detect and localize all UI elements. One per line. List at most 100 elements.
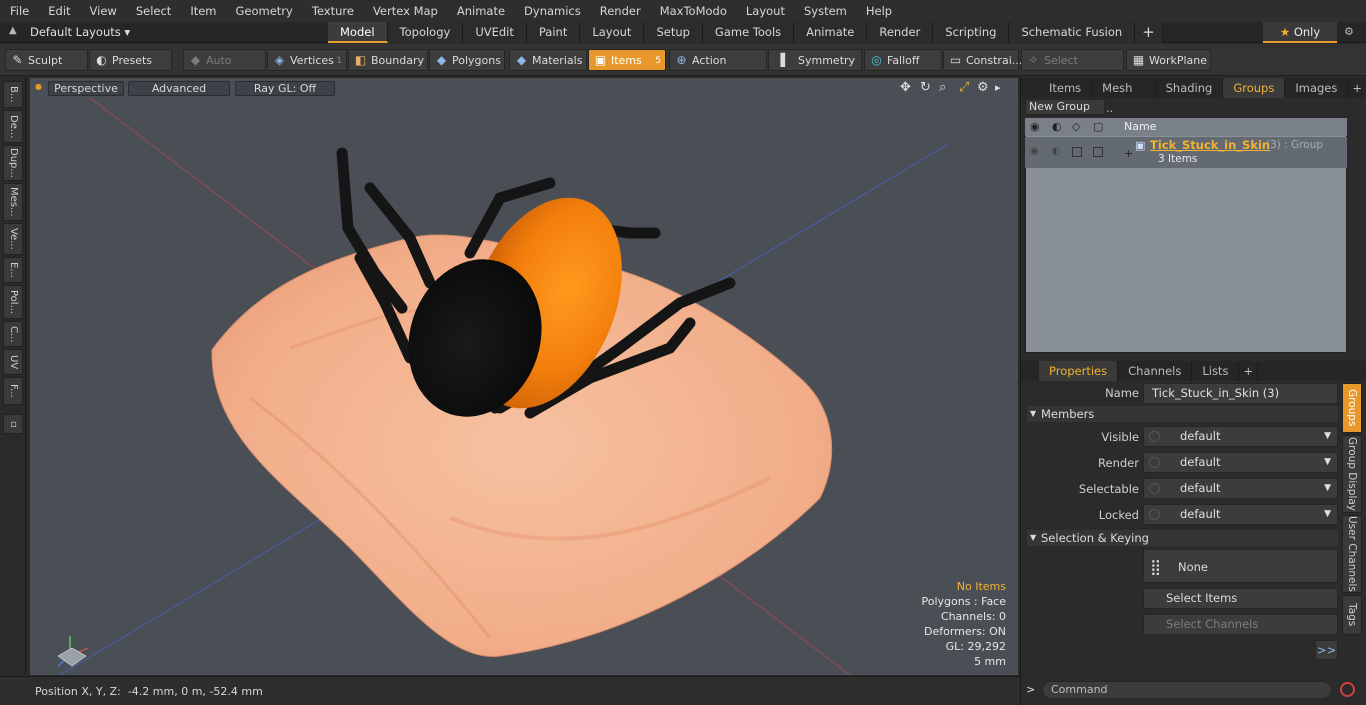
- row-select-box[interactable]: [1072, 147, 1082, 157]
- tab-shading[interactable]: Shading: [1156, 78, 1224, 98]
- tab-properties[interactable]: Properties: [1039, 361, 1119, 381]
- left-tab-polygon[interactable]: Pol...: [3, 285, 23, 319]
- row-lock-box[interactable]: [1093, 147, 1103, 157]
- menu-maxtomodo[interactable]: MaxToModo: [650, 0, 736, 22]
- members-section[interactable]: ▼ Members: [1027, 406, 1338, 422]
- left-tab-duplicate[interactable]: Dup...: [3, 145, 23, 181]
- select-channels-button[interactable]: Select Channels: [1143, 614, 1338, 635]
- menu-layout[interactable]: Layout: [736, 0, 794, 22]
- move-view-icon[interactable]: ✥: [900, 80, 911, 95]
- workplane-button[interactable]: ▦ WorkPlane: [1126, 49, 1211, 71]
- lock-icon[interactable]: ▢: [1093, 120, 1103, 133]
- add-panel-tab-icon[interactable]: +: [1348, 78, 1366, 98]
- tab-scripting[interactable]: Scripting: [933, 22, 1010, 43]
- polygons-button[interactable]: ◆ Polygons: [429, 49, 505, 71]
- menu-vertex-map[interactable]: Vertex Map: [363, 0, 447, 22]
- tab-lists[interactable]: Lists: [1192, 361, 1240, 381]
- more-button[interactable]: >>: [1315, 640, 1338, 660]
- left-tab-vertex[interactable]: Ve...: [3, 223, 23, 255]
- menu-texture[interactable]: Texture: [302, 0, 363, 22]
- presets-button[interactable]: ◐ Presets: [89, 49, 172, 71]
- menu-dynamics[interactable]: Dynamics: [514, 0, 590, 22]
- left-tab-deform[interactable]: De...: [3, 110, 23, 143]
- items-button[interactable]: ▣ Items 5: [588, 49, 666, 71]
- selectable-select[interactable]: default ▼: [1143, 478, 1338, 499]
- raygl-button[interactable]: Ray GL: Off: [235, 81, 335, 96]
- select-icon[interactable]: ◇: [1072, 120, 1080, 133]
- render-select[interactable]: default ▼: [1143, 452, 1338, 473]
- menu-animate[interactable]: Animate: [447, 0, 514, 22]
- advanced-button[interactable]: Advanced: [128, 81, 230, 96]
- constraints-button[interactable]: ▭ Constrai...: [943, 49, 1022, 71]
- tab-schematic-fusion[interactable]: Schematic Fusion: [1009, 22, 1136, 43]
- tab-channels[interactable]: Channels: [1118, 361, 1193, 381]
- vertices-button[interactable]: ◈ Vertices 1: [267, 49, 347, 71]
- new-group-button[interactable]: New Group: [1025, 99, 1105, 115]
- zoom-view-icon[interactable]: ⌕: [939, 80, 946, 95]
- layout-arrow-icon[interactable]: ▲: [9, 25, 17, 36]
- add-tab-icon[interactable]: +: [1135, 22, 1163, 43]
- visibility-eye-icon[interactable]: ◉: [1030, 120, 1040, 133]
- left-tab-basic[interactable]: B...: [3, 81, 23, 108]
- materials-button[interactable]: ◆ Materials: [509, 49, 587, 71]
- expand-icon[interactable]: +: [1124, 147, 1133, 160]
- tab-layout[interactable]: Layout: [580, 22, 645, 43]
- tab-paint[interactable]: Paint: [526, 22, 581, 43]
- only-button[interactable]: ★ Only: [1263, 22, 1337, 43]
- group-row[interactable]: ◉ ◐ + ▣ Tick_Stuck_in_Skin (3) : Group 3…: [1025, 137, 1347, 168]
- command-input[interactable]: Command: [1042, 681, 1332, 699]
- visible-select[interactable]: default ▼: [1143, 426, 1338, 447]
- viewport-dot-icon[interactable]: ●: [35, 82, 42, 91]
- command-arrow-icon[interactable]: >: [1026, 683, 1035, 696]
- tab-groups[interactable]: Groups: [1223, 78, 1286, 98]
- selection-keying-section[interactable]: ▼ Selection & Keying: [1027, 530, 1338, 546]
- tab-render[interactable]: Render: [867, 22, 934, 43]
- name-input[interactable]: Tick_Stuck_in_Skin (3): [1143, 383, 1338, 404]
- boundary-button[interactable]: ◧ Boundary: [348, 49, 428, 71]
- viewport-gear-icon[interactable]: ⚙: [977, 80, 989, 95]
- 3d-viewport[interactable]: No Items Polygons : Face Channels: 0 Def…: [30, 78, 1018, 675]
- row-eye-icon[interactable]: ◉: [1030, 146, 1039, 157]
- tab-uvedit[interactable]: UVEdit: [463, 22, 527, 43]
- menu-system[interactable]: System: [794, 0, 856, 22]
- left-tab-mesh-edit[interactable]: Mes...: [3, 183, 23, 221]
- symmetry-button[interactable]: ▐ Symmetry: [768, 49, 862, 71]
- menu-item[interactable]: Item: [180, 0, 225, 22]
- viewport-more-icon[interactable]: ▸: [995, 81, 1001, 94]
- rotate-view-icon[interactable]: ↻: [920, 80, 931, 95]
- locked-select[interactable]: default ▼: [1143, 504, 1338, 525]
- record-icon[interactable]: [1340, 682, 1355, 697]
- add-bottom-tab-icon[interactable]: +: [1239, 361, 1259, 381]
- menu-geometry[interactable]: Geometry: [226, 0, 302, 22]
- group-name[interactable]: Tick_Stuck_in_Skin: [1150, 138, 1270, 152]
- action-center-button[interactable]: ⊕Action Center: [669, 49, 767, 89]
- tab-images[interactable]: Images: [1285, 78, 1349, 98]
- tab-setup[interactable]: Setup: [644, 22, 703, 43]
- tab-game-tools[interactable]: Game Tools: [702, 22, 795, 43]
- vtab-tags[interactable]: Tags: [1342, 595, 1362, 635]
- falloff-button[interactable]: ◎ Falloff: [864, 49, 942, 71]
- perspective-button[interactable]: Perspective: [48, 81, 124, 96]
- auto-select-button[interactable]: ◆Auto Select: [183, 49, 266, 89]
- menu-select[interactable]: Select: [126, 0, 180, 22]
- left-tab-fusion[interactable]: F...: [3, 377, 23, 405]
- gear-icon[interactable]: ⚙: [1344, 25, 1354, 38]
- left-strip-toggle[interactable]: ▫: [3, 414, 23, 434]
- vtab-group-display[interactable]: Group Display: [1342, 435, 1362, 513]
- tab-animate[interactable]: Animate: [794, 22, 868, 43]
- tab-model[interactable]: Model: [328, 22, 388, 43]
- left-tab-uv[interactable]: UV: [3, 349, 23, 375]
- render-icon[interactable]: ◐: [1052, 120, 1062, 133]
- select-through-button[interactable]: ✧Select Through: [1021, 49, 1124, 89]
- tab-mesh[interactable]: Mesh ...: [1092, 78, 1156, 115]
- vtab-groups[interactable]: Groups: [1342, 383, 1362, 433]
- keying-none-button[interactable]: ⣿ None: [1143, 549, 1338, 583]
- left-tab-edge[interactable]: E...: [3, 257, 23, 283]
- left-tab-curve[interactable]: C...: [3, 321, 23, 347]
- maximize-view-icon[interactable]: ⤢: [959, 80, 969, 95]
- sculpt-button[interactable]: ✎ Sculpt: [5, 49, 88, 71]
- menu-render[interactable]: Render: [590, 0, 650, 22]
- menu-edit[interactable]: Edit: [38, 0, 79, 22]
- select-items-button[interactable]: Select Items: [1143, 588, 1338, 609]
- row-render-icon[interactable]: ◐: [1052, 146, 1061, 157]
